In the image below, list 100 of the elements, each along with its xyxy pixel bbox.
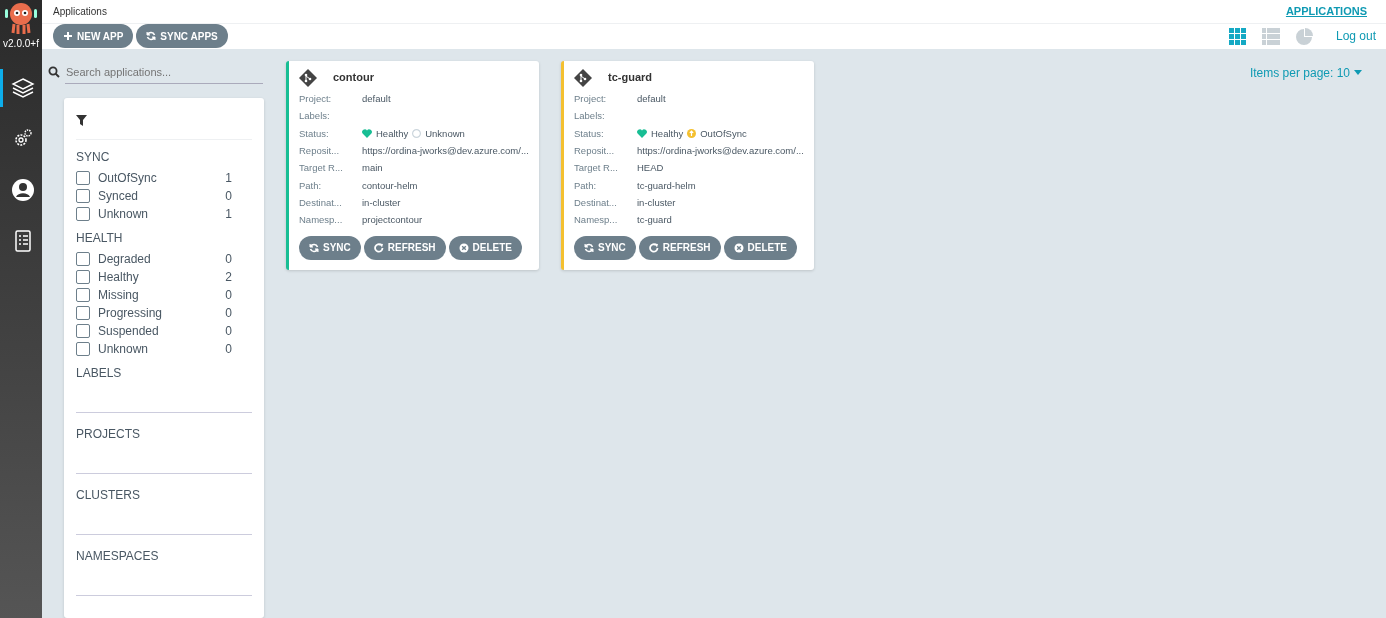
field-label: Namesp... — [574, 213, 619, 228]
field-label: Target R... — [299, 161, 344, 176]
field-value: https://ordina-jworks@dev.azure.com/... — [637, 143, 804, 158]
filter-option[interactable]: OutOfSync 1 — [76, 169, 252, 187]
filter-icon — [76, 115, 87, 127]
checkbox[interactable] — [76, 324, 90, 338]
filter-count: 0 — [225, 341, 232, 358]
sync-button[interactable]: SYNC — [574, 235, 636, 260]
refresh-icon — [648, 242, 659, 253]
filter-section-title: NAMESPACES — [76, 548, 160, 565]
field-value: HEAD — [637, 161, 664, 176]
filter-section-title: LABELS — [76, 365, 123, 382]
field-value: https://ordina-jworks@dev.azure.com/... — [362, 143, 529, 158]
user-icon — [10, 178, 35, 202]
field-value: default — [362, 92, 391, 106]
filter-label: OutOfSync — [98, 170, 157, 187]
items-per-page-dropdown[interactable]: Items per page: 10 — [1243, 62, 1368, 83]
filter-section-title: PROJECTS — [76, 426, 141, 443]
field-label: Namesp... — [299, 213, 344, 228]
application-card[interactable] — [286, 60, 539, 270]
field-label: Reposit... — [299, 143, 341, 158]
tiles-view-button[interactable] — [1226, 26, 1249, 46]
tiles-view-icon — [1228, 26, 1247, 46]
layers-icon — [10, 76, 35, 100]
filter-option[interactable]: Healthy 2 — [76, 268, 252, 286]
checkbox[interactable] — [76, 306, 90, 320]
checkbox[interactable] — [76, 171, 90, 185]
field-label: Project: — [299, 92, 333, 106]
filter-count: 2 — [225, 269, 232, 286]
sync-icon — [146, 31, 157, 42]
filter-option[interactable]: Missing 0 — [76, 286, 252, 304]
checkbox[interactable] — [76, 207, 90, 221]
health-status: Healthy — [376, 126, 409, 141]
field-value: contour-helm — [362, 178, 418, 193]
field-label: Labels: — [574, 109, 606, 124]
new-app-button[interactable]: NEW APP — [53, 24, 134, 49]
field-value: tc-guard — [637, 213, 672, 228]
checkbox[interactable] — [76, 270, 90, 284]
caret-down-icon — [1354, 70, 1362, 75]
filter-label: Suspended — [98, 323, 159, 340]
field-label: Destinat... — [574, 195, 618, 210]
close-circle-icon — [458, 242, 469, 253]
filter-option[interactable]: Progressing 0 — [76, 304, 252, 322]
delete-button[interactable]: DELETE — [723, 235, 798, 260]
filter-option[interactable]: Degraded 0 — [76, 250, 252, 268]
pie-chart-icon — [1294, 26, 1313, 46]
filter-count: 0 — [225, 305, 232, 322]
field-value: default — [637, 92, 666, 106]
field-label: Path: — [574, 178, 598, 193]
filter-option[interactable]: Synced 0 — [76, 187, 252, 205]
field-label: Labels: — [299, 109, 331, 124]
git-diamond-icon — [574, 68, 592, 87]
circle-icon — [412, 129, 422, 139]
filter-option[interactable]: Suspended 0 — [76, 322, 252, 340]
sync-apps-button[interactable]: SYNC APPS — [136, 24, 228, 49]
heart-icon — [637, 129, 647, 139]
refresh-icon — [373, 242, 384, 253]
sync-status: OutOfSync — [700, 126, 747, 141]
field-label: Status: — [574, 126, 605, 141]
checkbox[interactable] — [76, 252, 90, 266]
filter-option[interactable]: Unknown 1 — [76, 205, 252, 223]
filter-label: Degraded — [98, 251, 151, 268]
filter-label: Healthy — [98, 269, 139, 286]
filter-label: Unknown — [98, 206, 149, 223]
refresh-button[interactable]: REFRESH — [363, 235, 446, 260]
filter-count: 0 — [225, 287, 232, 304]
filter-label: Unknown — [98, 341, 149, 358]
field-label: Destinat... — [299, 195, 343, 210]
field-value: in-cluster — [637, 195, 676, 210]
refresh-button[interactable]: REFRESH — [638, 235, 721, 260]
filter-count: 1 — [225, 170, 232, 187]
sync-button[interactable]: SYNC — [299, 235, 361, 260]
search-icon — [48, 66, 60, 79]
filter-count: 0 — [225, 251, 232, 268]
filter-option[interactable]: Unknown 0 — [76, 340, 252, 358]
filter-label: Progressing — [98, 305, 163, 322]
field-label: Path: — [299, 178, 323, 193]
search-field[interactable]: Search applications... — [65, 60, 263, 84]
delete-button[interactable]: DELETE — [448, 235, 523, 260]
git-diamond-icon — [299, 68, 317, 87]
sync-icon — [309, 242, 319, 253]
arrow-up-circle-icon — [687, 129, 697, 139]
page-title: Applications — [53, 5, 107, 20]
filter-label: Missing — [98, 287, 139, 304]
field-label: Target R... — [574, 161, 619, 176]
list-view-icon — [1261, 26, 1280, 46]
close-circle-icon — [733, 242, 744, 253]
logout-link[interactable]: Log out — [1329, 26, 1382, 47]
filter-section-title: CLUSTERS — [76, 487, 141, 504]
checkbox[interactable] — [76, 342, 90, 356]
application-card[interactable] — [561, 60, 814, 270]
checkbox[interactable] — [76, 189, 90, 203]
filter-label: Synced — [98, 188, 139, 205]
version-label: v2.0.0+f — [3, 37, 39, 51]
field-value: main — [362, 161, 383, 176]
filter-section-title: SYNC — [76, 149, 111, 166]
applications-link[interactable]: APPLICATIONS — [1285, 3, 1367, 20]
checkbox[interactable] — [76, 288, 90, 302]
heart-icon — [362, 129, 372, 139]
field-value: in-cluster — [362, 195, 401, 210]
